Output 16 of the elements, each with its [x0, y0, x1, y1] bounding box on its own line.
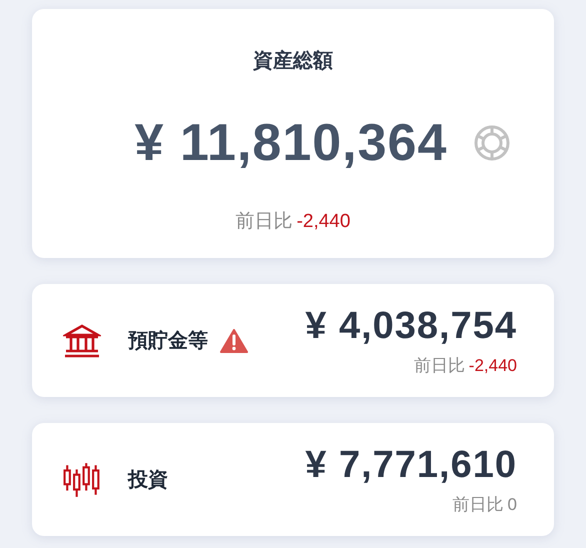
change-value: 0 — [508, 494, 517, 516]
change-label: 前日比 — [236, 210, 293, 234]
account-card[interactable]: 預貯金等 ¥ 4,038,754 前日比 -2,440 — [32, 284, 554, 397]
total-amount: ¥ 11,810,364 — [134, 113, 448, 174]
change-value: -2,440 — [468, 354, 517, 376]
account-name: 預貯金等 — [128, 328, 208, 354]
account-amount: ¥ 4,038,754 — [305, 304, 517, 349]
bank-icon — [63, 324, 101, 358]
account-card[interactable]: 投資 ¥ 7,771,610 前日比 0 — [32, 423, 554, 536]
change-label: 前日比 — [452, 494, 504, 516]
change-value: -2,440 — [296, 210, 350, 234]
change-label: 前日比 — [414, 354, 465, 376]
account-amount: ¥ 7,771,610 — [305, 443, 517, 488]
card-title: 資産総額 — [253, 48, 333, 74]
account-name: 投資 — [128, 468, 168, 492]
candlestick-chart-icon — [63, 460, 101, 498]
